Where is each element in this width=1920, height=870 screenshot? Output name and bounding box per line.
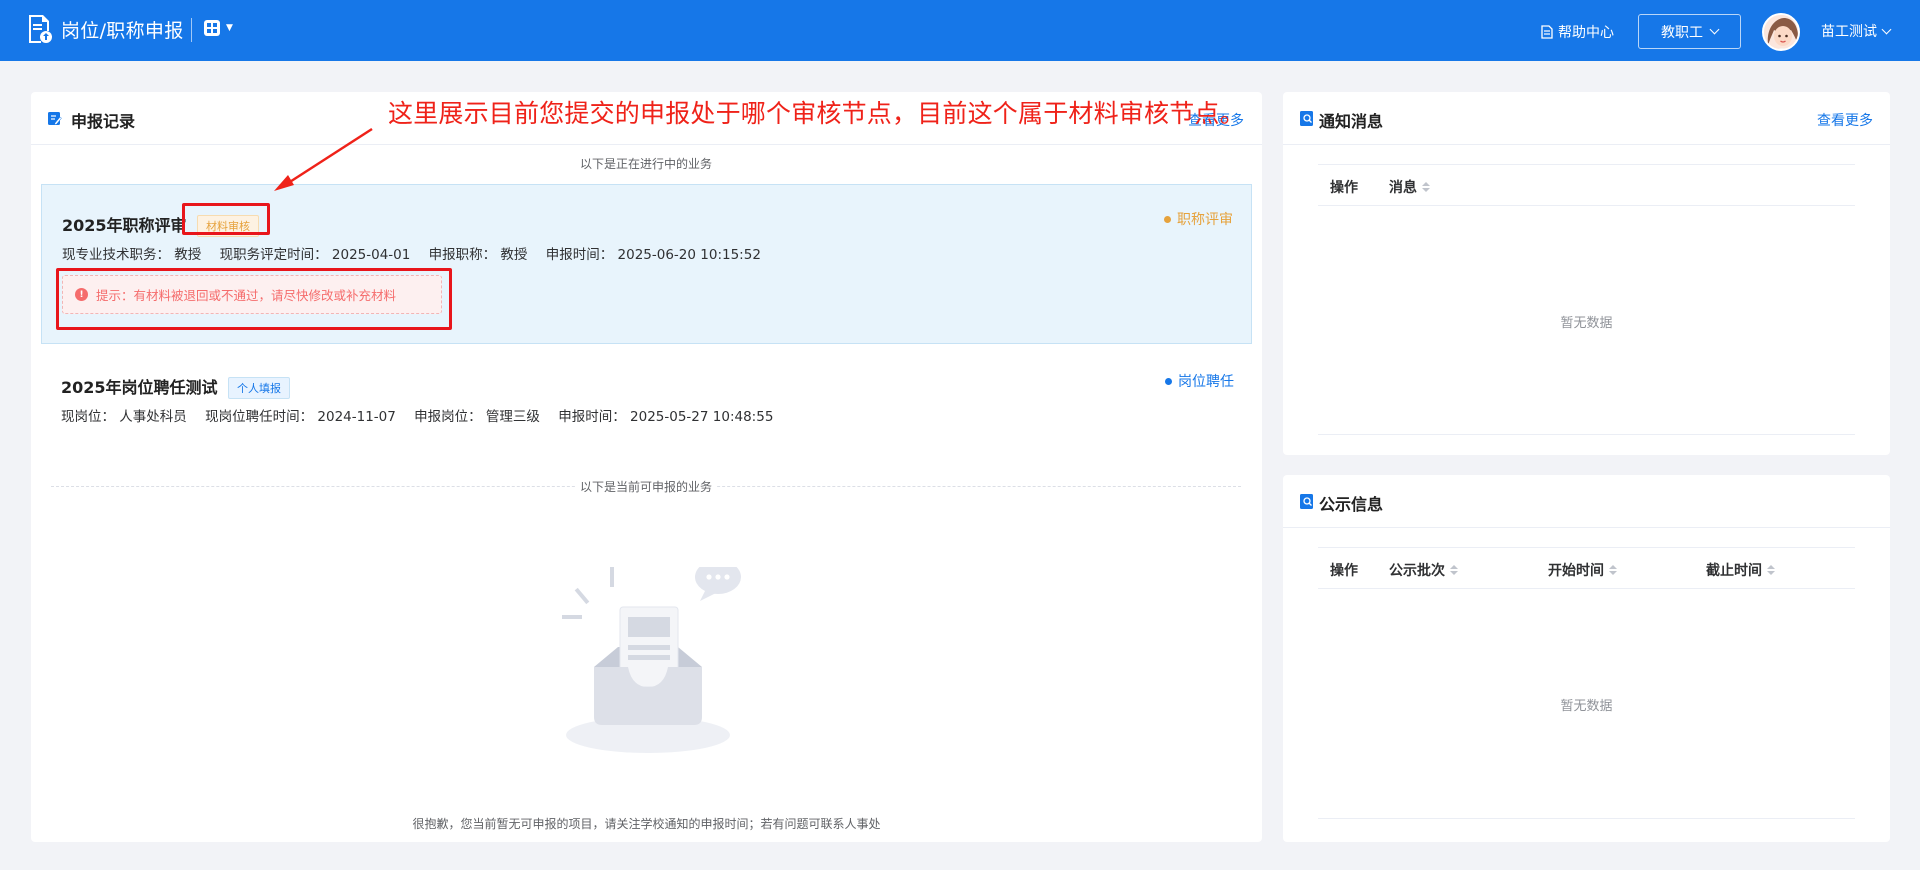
notice-table-header: 操作 消息 (1318, 164, 1855, 206)
edit-document-icon (48, 112, 62, 126)
app-switcher-button[interactable]: ▼ (204, 20, 233, 36)
meta-current-position: 现专业技术职务： 教授 (62, 247, 202, 263)
avatar[interactable] (1762, 13, 1800, 51)
warning-highlight-box (56, 268, 452, 330)
record-type-label: 职称评审 (1164, 209, 1233, 229)
notice-panel-title: 通知消息 (1319, 112, 1384, 131)
user-avatar-icon (1764, 15, 1798, 49)
record-type-label: 岗位聘任 (1165, 371, 1234, 391)
public-table-bottom-line (1318, 818, 1855, 819)
sort-icon[interactable] (1450, 565, 1458, 575)
column-header-start-time[interactable]: 开始时间 (1548, 560, 1617, 580)
notice-empty-text: 暂无数据 (1560, 316, 1613, 331)
public-panel-header: 公示信息 (1283, 475, 1890, 528)
available-divider: 以下是当前可申报的业务 (576, 478, 717, 495)
public-empty-text: 暂无数据 (1560, 699, 1613, 714)
app-brand[interactable]: 岗位/职称申报 (27, 14, 184, 44)
column-header-batch[interactable]: 公示批次 (1389, 560, 1458, 580)
meta-current-post: 现岗位： 人事处科员 (61, 409, 187, 425)
user-name-label: 苗工测试 (1821, 24, 1877, 40)
notice-panel-header: 通知消息 查看更多 (1283, 92, 1890, 145)
role-switch-dropdown[interactable]: 教职工 (1638, 14, 1741, 49)
grid-apps-icon (204, 20, 220, 36)
column-header-action: 操作 (1330, 180, 1358, 196)
record-type-text: 职称评审 (1177, 212, 1233, 228)
help-center-label: 帮助中心 (1558, 25, 1614, 41)
column-header-action: 操作 (1330, 563, 1358, 579)
records-panel-title: 申报记录 (71, 112, 136, 131)
role-label: 教职工 (1661, 24, 1703, 41)
public-table-header: 操作 公示批次 开始时间 截止时间 (1318, 547, 1855, 589)
sort-icon[interactable] (1767, 565, 1775, 575)
column-header-message[interactable]: 消息 (1389, 177, 1430, 197)
meta-post-date: 现岗位聘任时间： 2024-11-07 (205, 409, 396, 425)
top-nav-bar: 岗位/职称申报 ▼ 帮助中心 教职工 苗工测试 (0, 0, 1920, 61)
in-progress-divider: 以下是正在进行中的业务 (576, 155, 717, 172)
annotation-text: 这里展示目前您提交的申报处于哪个审核节点，目前这个属于材料审核节点。 (388, 99, 1245, 128)
public-info-table: 操作 公示批次 开始时间 截止时间 (1318, 547, 1855, 589)
fill-stage-tag: 个人填报 (228, 377, 290, 399)
sort-icon[interactable] (1609, 565, 1617, 575)
notice-messages-panel: 通知消息 查看更多 操作 消息 暂无数据 (1283, 92, 1890, 455)
chevron-down-icon (1709, 24, 1720, 35)
caret-down-icon: ▼ (226, 23, 233, 33)
status-dot-icon (1165, 377, 1172, 385)
annotation-arrow-icon (274, 127, 373, 191)
record-type-text: 岗位聘任 (1178, 374, 1234, 390)
app-title: 岗位/职称申报 (61, 19, 184, 42)
meta-position-date: 现职务评定时间： 2025-04-01 (219, 247, 411, 263)
record-title: 2025年岗位聘任测试 (61, 378, 218, 397)
user-menu[interactable]: 苗工测试 (1821, 21, 1892, 41)
record-meta: 现岗位： 人事处科员 现岗位聘任时间： 2024-11-07 申报岗位： 管理三… (61, 405, 787, 425)
sort-icon[interactable] (1422, 182, 1430, 192)
help-document-icon (1541, 25, 1553, 39)
application-record-post-appointment[interactable]: 2025年岗位聘任测试 个人填报 岗位聘任 现岗位： 人事处科员 现岗位聘任时间… (41, 347, 1252, 427)
no-available-items-note: 很抱歉，您当前暂无可申报的项目，请关注学校通知的申报时间；若有问题可联系人事处 (412, 817, 881, 831)
meta-applied-title: 申报职称： 教授 (428, 247, 528, 263)
empty-inbox-illustration (562, 567, 741, 753)
notice-view-more-link[interactable]: 查看更多 (1817, 110, 1873, 130)
notice-table: 操作 消息 (1318, 164, 1855, 206)
column-header-end-time[interactable]: 截止时间 (1706, 560, 1775, 580)
record-title: 2025年职称评审 (62, 216, 187, 235)
document-upload-icon (29, 15, 52, 43)
header-divider (191, 18, 192, 42)
chevron-down-icon (1881, 24, 1892, 34)
notice-table-bottom-line (1318, 434, 1855, 435)
meta-apply-time: 申报时间： 2025-05-27 10:48:55 (558, 409, 774, 425)
search-document-icon (1300, 111, 1313, 126)
public-panel-title: 公示信息 (1319, 495, 1384, 514)
public-info-panel: 公示信息 操作 公示批次 开始时间 截止时间 暂无数据 (1283, 475, 1890, 842)
help-center-link[interactable]: 帮助中心 (1541, 22, 1614, 42)
record-meta: 现专业技术职务： 教授 现职务评定时间： 2025-04-01 申报职称： 教授… (62, 243, 775, 263)
status-dot-icon (1164, 215, 1171, 223)
search-document-icon (1300, 494, 1313, 509)
tag-highlight-box (182, 203, 270, 235)
meta-applied-post: 申报岗位： 管理三级 (414, 409, 540, 425)
meta-apply-time: 申报时间： 2025-06-20 10:15:52 (545, 247, 761, 263)
